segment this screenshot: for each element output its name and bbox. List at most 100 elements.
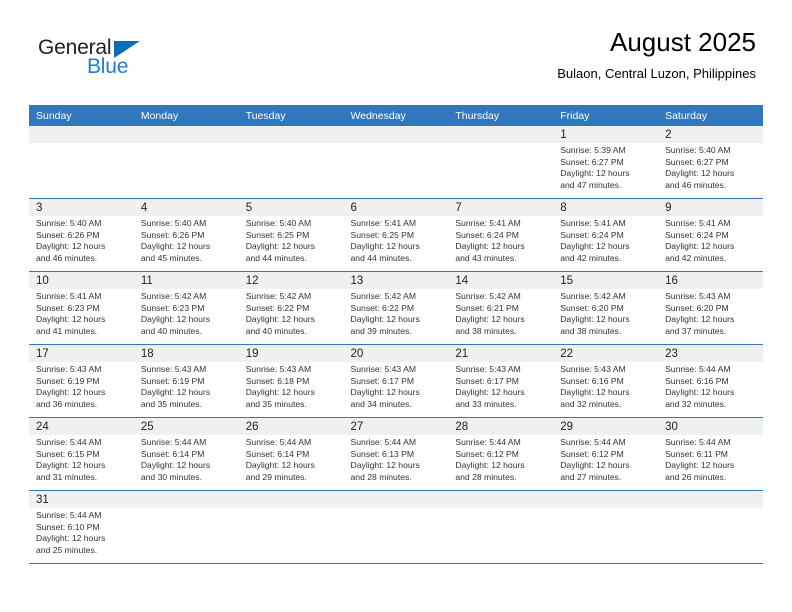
- day-cell[interactable]: [29, 126, 134, 199]
- day-number: [448, 491, 554, 508]
- daylight-text-line2: and 39 minutes.: [350, 325, 412, 336]
- day-number: 6: [343, 199, 449, 216]
- day-cell[interactable]: 6 Sunrise: 5:41 AM Sunset: 6:25 PM Dayli…: [343, 198, 449, 272]
- day-details: Sunrise: 5:43 AM Sunset: 6:18 PM Dayligh…: [239, 362, 344, 410]
- day-number: 22: [553, 345, 659, 362]
- day-cell[interactable]: [343, 490, 449, 564]
- day-cell[interactable]: [448, 490, 554, 564]
- day-cell[interactable]: 25 Sunrise: 5:44 AM Sunset: 6:14 PM Dayl…: [133, 417, 239, 491]
- daylight-text-line2: and 45 minutes.: [140, 252, 202, 263]
- day-cell[interactable]: 5 Sunrise: 5:40 AM Sunset: 6:25 PM Dayli…: [238, 198, 344, 272]
- day-cell[interactable]: 17 Sunrise: 5:43 AM Sunset: 6:19 PM Dayl…: [29, 344, 134, 418]
- day-number: 23: [658, 345, 763, 362]
- day-cell[interactable]: 1 Sunrise: 5:39 AM Sunset: 6:27 PM Dayli…: [553, 126, 659, 199]
- day-cell[interactable]: 22 Sunrise: 5:43 AM Sunset: 6:16 PM Dayl…: [553, 344, 659, 418]
- day-number: 24: [29, 418, 134, 435]
- day-number: 16: [658, 272, 763, 289]
- day-details: Sunrise: 5:43 AM Sunset: 6:19 PM Dayligh…: [29, 362, 134, 410]
- day-cell[interactable]: 3 Sunrise: 5:40 AM Sunset: 6:26 PM Dayli…: [29, 198, 134, 272]
- day-number: 31: [29, 491, 134, 508]
- general-blue-logo[interactable]: General Blue: [38, 36, 218, 88]
- day-cell[interactable]: 4 Sunrise: 5:40 AM Sunset: 6:26 PM Dayli…: [133, 198, 239, 272]
- day-cell[interactable]: [448, 126, 554, 199]
- day-details: [553, 508, 658, 510]
- day-cell[interactable]: 16 Sunrise: 5:43 AM Sunset: 6:20 PM Dayl…: [658, 271, 763, 345]
- day-cell[interactable]: 26 Sunrise: 5:44 AM Sunset: 6:14 PM Dayl…: [238, 417, 344, 491]
- sunset-text: Sunset: 6:25 PM: [350, 229, 415, 240]
- sunset-text: Sunset: 6:17 PM: [455, 375, 519, 386]
- day-details: Sunrise: 5:43 AM Sunset: 6:16 PM Dayligh…: [553, 362, 658, 410]
- day-cell[interactable]: 23 Sunrise: 5:44 AM Sunset: 6:16 PM Dayl…: [658, 344, 763, 418]
- sunrise-text: Sunrise: 5:44 AM: [140, 437, 207, 447]
- day-cell[interactable]: 14 Sunrise: 5:42 AM Sunset: 6:21 PM Dayl…: [448, 271, 554, 345]
- day-cell[interactable]: 15 Sunrise: 5:42 AM Sunset: 6:20 PM Dayl…: [553, 271, 659, 345]
- sunset-text: Sunset: 6:20 PM: [665, 302, 729, 313]
- day-cell[interactable]: 21 Sunrise: 5:43 AM Sunset: 6:17 PM Dayl…: [448, 344, 554, 418]
- daylight-text-line1: Daylight: 12 hours: [560, 387, 630, 398]
- day-details: Sunrise: 5:41 AM Sunset: 6:24 PM Dayligh…: [448, 216, 553, 264]
- day-cell[interactable]: 11 Sunrise: 5:42 AM Sunset: 6:23 PM Dayl…: [133, 271, 239, 345]
- sunrise-text: Sunrise: 5:42 AM: [245, 291, 312, 301]
- day-details: Sunrise: 5:44 AM Sunset: 6:13 PM Dayligh…: [344, 435, 449, 483]
- sunrise-text: Sunrise: 5:44 AM: [36, 510, 102, 520]
- day-details: [448, 143, 553, 145]
- daylight-text-line1: Daylight: 12 hours: [665, 460, 735, 471]
- day-cell[interactable]: [133, 490, 239, 564]
- sunrise-text: Sunrise: 5:42 AM: [140, 291, 207, 301]
- day-cell[interactable]: 10 Sunrise: 5:41 AM Sunset: 6:23 PM Dayl…: [29, 271, 134, 345]
- sunset-text: Sunset: 6:27 PM: [560, 156, 624, 167]
- page-header: General Blue August 2025 Bulaon, Central…: [0, 0, 792, 81]
- daylight-text-line1: Daylight: 12 hours: [665, 387, 735, 398]
- day-cell[interactable]: [238, 126, 344, 199]
- day-cell[interactable]: 12 Sunrise: 5:42 AM Sunset: 6:22 PM Dayl…: [238, 271, 344, 345]
- day-cell[interactable]: 2 Sunrise: 5:40 AM Sunset: 6:27 PM Dayli…: [658, 126, 763, 199]
- day-details: Sunrise: 5:44 AM Sunset: 6:16 PM Dayligh…: [658, 362, 763, 410]
- day-cell[interactable]: 13 Sunrise: 5:42 AM Sunset: 6:22 PM Dayl…: [343, 271, 449, 345]
- weekday-header-friday: Friday: [553, 105, 659, 126]
- daylight-text-line1: Daylight: 12 hours: [140, 387, 211, 398]
- day-cell[interactable]: 29 Sunrise: 5:44 AM Sunset: 6:12 PM Dayl…: [553, 417, 659, 491]
- day-cell[interactable]: 18 Sunrise: 5:43 AM Sunset: 6:19 PM Dayl…: [133, 344, 239, 418]
- day-cell[interactable]: 28 Sunrise: 5:44 AM Sunset: 6:12 PM Dayl…: [448, 417, 554, 491]
- daylight-text-line2: and 42 minutes.: [665, 252, 727, 263]
- daylight-text-line1: Daylight: 12 hours: [350, 460, 420, 471]
- day-cell[interactable]: 9 Sunrise: 5:41 AM Sunset: 6:24 PM Dayli…: [658, 198, 763, 272]
- daylight-text-line2: and 43 minutes.: [455, 252, 517, 263]
- day-cell[interactable]: [658, 490, 763, 564]
- sunset-text: Sunset: 6:18 PM: [245, 375, 310, 386]
- day-cell[interactable]: [553, 490, 659, 564]
- day-cell[interactable]: 8 Sunrise: 5:41 AM Sunset: 6:24 PM Dayli…: [553, 198, 659, 272]
- day-number: 21: [448, 345, 554, 362]
- daylight-text-line2: and 38 minutes.: [455, 325, 517, 336]
- day-cell[interactable]: 20 Sunrise: 5:43 AM Sunset: 6:17 PM Dayl…: [343, 344, 449, 418]
- day-number: 26: [238, 418, 344, 435]
- day-details: Sunrise: 5:43 AM Sunset: 6:20 PM Dayligh…: [658, 289, 763, 337]
- daylight-text-line1: Daylight: 12 hours: [245, 387, 315, 398]
- page-subtitle: Bulaon, Central Luzon, Philippines: [557, 65, 756, 81]
- day-cell[interactable]: [133, 126, 239, 199]
- day-details: Sunrise: 5:44 AM Sunset: 6:12 PM Dayligh…: [448, 435, 553, 483]
- weekday-header-thursday: Thursday: [448, 105, 554, 126]
- day-cell[interactable]: 19 Sunrise: 5:43 AM Sunset: 6:18 PM Dayl…: [238, 344, 344, 418]
- day-details: [344, 508, 449, 510]
- page-title: August 2025: [609, 27, 756, 57]
- day-cell[interactable]: 27 Sunrise: 5:44 AM Sunset: 6:13 PM Dayl…: [343, 417, 449, 491]
- day-details: [239, 508, 344, 510]
- daylight-text-line1: Daylight: 12 hours: [350, 241, 420, 252]
- daylight-text-line1: Daylight: 12 hours: [560, 314, 630, 325]
- sunrise-text: Sunrise: 5:40 AM: [36, 218, 102, 228]
- day-cell[interactable]: 30 Sunrise: 5:44 AM Sunset: 6:11 PM Dayl…: [658, 417, 763, 491]
- sunrise-text: Sunrise: 5:44 AM: [665, 437, 731, 447]
- daylight-text-line1: Daylight: 12 hours: [245, 460, 315, 471]
- sunset-text: Sunset: 6:12 PM: [455, 448, 519, 459]
- day-cell[interactable]: 7 Sunrise: 5:41 AM Sunset: 6:24 PM Dayli…: [448, 198, 554, 272]
- day-cell[interactable]: 24 Sunrise: 5:44 AM Sunset: 6:15 PM Dayl…: [29, 417, 134, 491]
- sunrise-text: Sunrise: 5:43 AM: [36, 364, 102, 374]
- sunset-text: Sunset: 6:19 PM: [140, 375, 205, 386]
- sunset-text: Sunset: 6:12 PM: [560, 448, 624, 459]
- day-cell[interactable]: [343, 126, 449, 199]
- day-cell[interactable]: 31 Sunrise: 5:44 AM Sunset: 6:10 PM Dayl…: [29, 490, 134, 564]
- day-cell[interactable]: [238, 490, 344, 564]
- sunset-text: Sunset: 6:24 PM: [560, 229, 624, 240]
- day-number: 12: [238, 272, 344, 289]
